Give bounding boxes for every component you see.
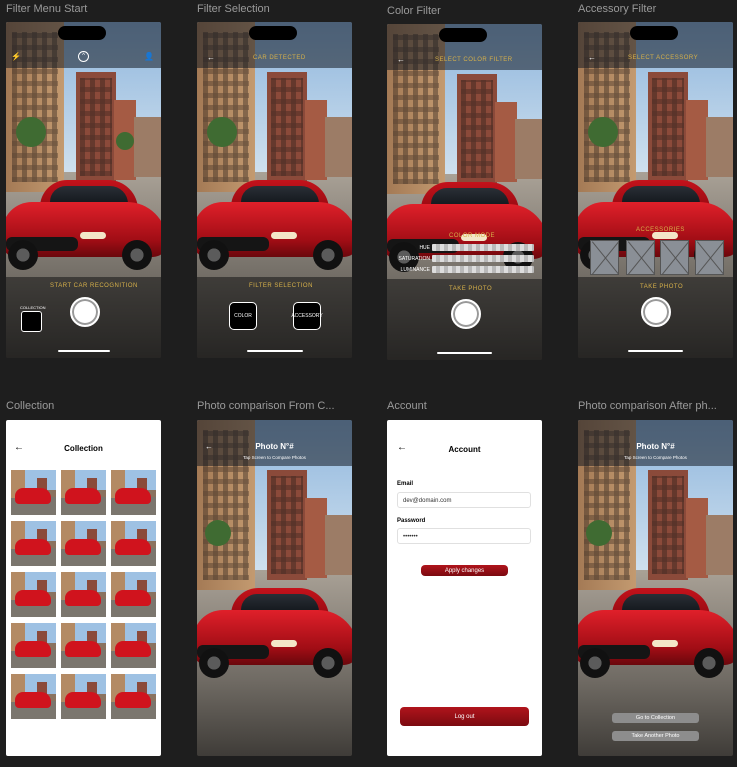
filter-menu-start-screen: ⚡ ^ 👤 START CAR RECOGNITION COLLECTION (6, 22, 161, 358)
frame-title: Photo comparison From C... (197, 400, 335, 412)
photo-comparison-from-collection-screen[interactable]: ← Photo N°# Tap Screen to Compare Photos (197, 420, 352, 756)
photo-thumbnail[interactable] (61, 521, 106, 566)
color-filter-screen: ← SELECT COLOR FILTER COLOR MODE HUE SAT… (387, 24, 542, 360)
password-field[interactable]: ••••••• (397, 528, 531, 544)
apply-changes-button[interactable]: Apply changes (421, 565, 508, 576)
photo-comparison-after-photo-screen[interactable]: Photo N°# Tap Screen to Compare Photos G… (578, 420, 733, 756)
flash-icon[interactable]: ⚡ (11, 52, 21, 61)
photo-thumbnail[interactable] (61, 674, 106, 719)
home-indicator (58, 350, 110, 352)
photo-view (578, 420, 733, 756)
photo-thumbnail[interactable] (111, 674, 156, 719)
collection-button[interactable] (21, 311, 42, 332)
filter-selection-label: FILTER SELECTION (249, 283, 313, 289)
photo-thumbnail[interactable] (11, 623, 56, 668)
photo-thumbnail[interactable] (11, 521, 56, 566)
frame-title: Filter Selection (197, 3, 270, 15)
luminance-label: LUMINANCE (400, 267, 430, 273)
back-arrow-icon[interactable]: ← (588, 53, 596, 62)
user-icon[interactable]: 👤 (144, 52, 154, 61)
accessory-filter-screen: ← SELECT ACCESSORY ACCESSORIES TAKE PHOT… (578, 22, 733, 358)
photo-thumbnail[interactable] (111, 623, 156, 668)
filter-selection-screen: ← CAR DETECTED FILTER SELECTION COLOR AC… (197, 22, 352, 358)
camera-notch (630, 26, 678, 40)
page-title: Collection (64, 444, 103, 453)
home-indicator (628, 350, 683, 352)
compare-hint: Tap Screen to Compare Photos (243, 455, 306, 460)
compare-hint: Tap Screen to Compare Photos (624, 455, 687, 460)
photo-number: Photo N°# (636, 442, 675, 451)
accessory-option[interactable] (695, 240, 724, 275)
shutter-button[interactable] (451, 299, 481, 329)
back-arrow-icon[interactable]: ← (207, 53, 215, 62)
shutter-button[interactable] (641, 297, 671, 327)
home-indicator (247, 350, 303, 352)
color-filter-button[interactable]: COLOR (229, 302, 257, 330)
photo-thumbnail[interactable] (61, 623, 106, 668)
home-indicator (437, 352, 492, 354)
frame-title: Filter Menu Start (6, 3, 88, 15)
photo-thumbnail[interactable] (11, 572, 56, 617)
frame-title: Photo comparison After ph... (578, 400, 717, 412)
frame-title: Account (387, 400, 427, 412)
frame-title: Accessory Filter (578, 3, 657, 15)
accessories-label: ACCESSORIES (636, 227, 685, 233)
photo-thumbnail[interactable] (11, 674, 56, 719)
photo-view (197, 420, 352, 756)
photo-thumbnail[interactable] (61, 572, 106, 617)
photo-thumbnail[interactable] (111, 521, 156, 566)
photo-thumbnail[interactable] (111, 470, 156, 515)
color-mode-label: COLOR MODE (449, 233, 496, 239)
photo-thumbnail[interactable] (61, 470, 106, 515)
take-photo-label: TAKE PHOTO (449, 286, 493, 292)
photo-thumbnail[interactable] (11, 470, 56, 515)
header-title: CAR DETECTED (253, 55, 306, 61)
camera-notch (58, 26, 106, 40)
chevron-up-icon[interactable]: ^ (78, 51, 89, 62)
photo-thumbnail[interactable] (111, 572, 156, 617)
logout-button[interactable]: Log out (400, 707, 529, 726)
hue-label: HUE (419, 245, 430, 251)
back-arrow-icon[interactable]: ← (397, 55, 405, 64)
camera-notch (439, 28, 487, 42)
frame-title: Collection (6, 400, 55, 412)
hue-slider[interactable] (432, 244, 534, 251)
account-screen: ← Account Email dev@domain.com Password … (387, 420, 542, 756)
bottom-panel (197, 277, 352, 358)
header-title: SELECT ACCESSORY (628, 55, 699, 61)
password-label: Password (397, 518, 426, 524)
go-to-collection-button[interactable]: Go to Collection (612, 713, 699, 723)
collection-screen: ← Collection (6, 420, 161, 756)
email-label: Email (397, 481, 414, 487)
camera-notch (249, 26, 297, 40)
accessory-option[interactable] (626, 240, 655, 275)
collection-label: COLLECTION (20, 305, 46, 310)
email-field[interactable]: dev@domain.com (397, 492, 531, 508)
accessory-option[interactable] (660, 240, 689, 275)
accessory-option[interactable] (590, 240, 619, 275)
header-title: SELECT COLOR FILTER (435, 57, 513, 63)
take-photo-label: TAKE PHOTO (640, 284, 684, 290)
shutter-button[interactable] (70, 297, 100, 327)
saturation-slider[interactable] (432, 255, 534, 262)
frame-title: Color Filter (387, 5, 441, 17)
luminance-slider[interactable] (432, 266, 534, 273)
saturation-label: SATURATION (398, 256, 430, 262)
page-title: Account (448, 445, 481, 454)
take-another-photo-button[interactable]: Take Another Photo (612, 731, 699, 741)
start-car-recognition-label[interactable]: START CAR RECOGNITION (50, 283, 138, 289)
accessory-filter-button[interactable]: ACCESSORY (291, 302, 323, 330)
photo-number: Photo N°# (255, 442, 294, 451)
